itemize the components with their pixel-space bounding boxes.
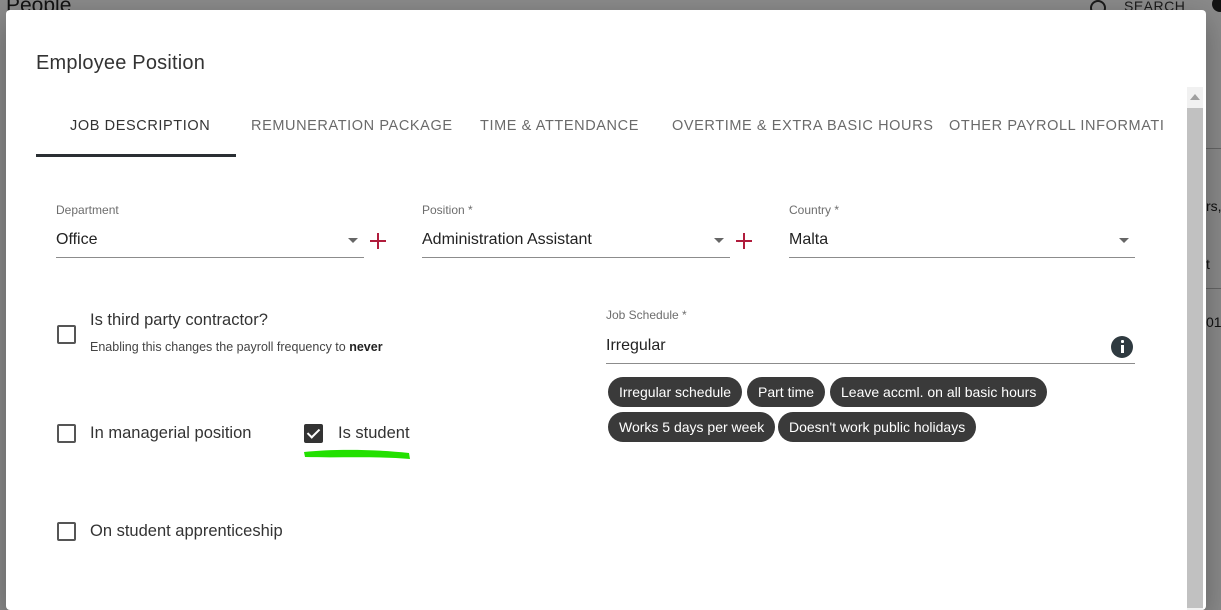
third-party-contractor-help: Enabling this changes the payroll freque…: [90, 340, 383, 354]
tab-job-description[interactable]: JOB DESCRIPTION: [70, 118, 210, 134]
job-schedule-label: Job Schedule *: [606, 308, 687, 322]
student-apprenticeship-label: On student apprenticeship: [90, 522, 283, 540]
employee-position-dialog: Employee Position JOB DESCRIPTION REMUNE…: [6, 10, 1206, 610]
add-department-button[interactable]: [369, 232, 387, 250]
dialog-title: Employee Position: [36, 52, 206, 74]
tab-overtime-extra-basic-hours[interactable]: OVERTIME & EXTRA BASIC HOURS: [672, 118, 933, 134]
is-student-label: Is student: [338, 424, 410, 442]
country-select[interactable]: Malta: [789, 227, 1135, 258]
position-select[interactable]: Administration Assistant: [422, 227, 730, 258]
department-value: Office: [56, 231, 98, 248]
schedule-chip: Works 5 days per week: [608, 412, 776, 442]
scrollbar-thumb[interactable]: [1187, 108, 1203, 608]
annotation-highlight: [304, 449, 410, 459]
tab-time-attendance[interactable]: TIME & ATTENDANCE: [480, 118, 639, 134]
tab-bar: JOB DESCRIPTION REMUNERATION PACKAGE TIM…: [36, 106, 1166, 158]
add-position-button[interactable]: [735, 232, 753, 250]
active-tab-indicator: [36, 154, 236, 157]
position-label: Position *: [422, 203, 473, 217]
chevron-down-icon: [348, 238, 358, 243]
department-label: Department: [56, 203, 119, 217]
schedule-chip: Irregular schedule: [608, 377, 743, 407]
schedule-chip: Doesn't work public holidays: [778, 412, 977, 442]
tab-remuneration-package[interactable]: REMUNERATION PACKAGE: [251, 118, 453, 134]
student-apprenticeship-checkbox[interactable]: [57, 522, 76, 541]
country-value: Malta: [789, 231, 829, 248]
country-label: Country *: [789, 203, 840, 217]
chevron-down-icon: [1119, 238, 1129, 243]
tab-other-payroll-information[interactable]: OTHER PAYROLL INFORMATI: [949, 118, 1164, 134]
scroll-up-arrow-icon[interactable]: [1190, 94, 1200, 100]
job-schedule-value: Irregular: [606, 337, 666, 354]
position-value: Administration Assistant: [422, 231, 592, 248]
job-schedule-select[interactable]: Irregular: [606, 333, 1135, 364]
third-party-contractor-label: Is third party contractor?: [90, 311, 268, 329]
managerial-position-checkbox[interactable]: [57, 424, 76, 443]
is-student-checkbox[interactable]: [304, 424, 323, 443]
help-text: Enabling this changes the payroll freque…: [90, 340, 346, 354]
department-select[interactable]: Office: [56, 227, 364, 258]
schedule-chip: Leave accml. on all basic hours: [830, 377, 1048, 407]
chevron-down-icon: [714, 238, 724, 243]
third-party-contractor-checkbox[interactable]: [57, 325, 76, 344]
schedule-chip: Part time: [747, 377, 826, 407]
managerial-position-label: In managerial position: [90, 424, 252, 442]
help-text-bold: never: [349, 340, 383, 354]
info-icon[interactable]: [1111, 336, 1133, 358]
